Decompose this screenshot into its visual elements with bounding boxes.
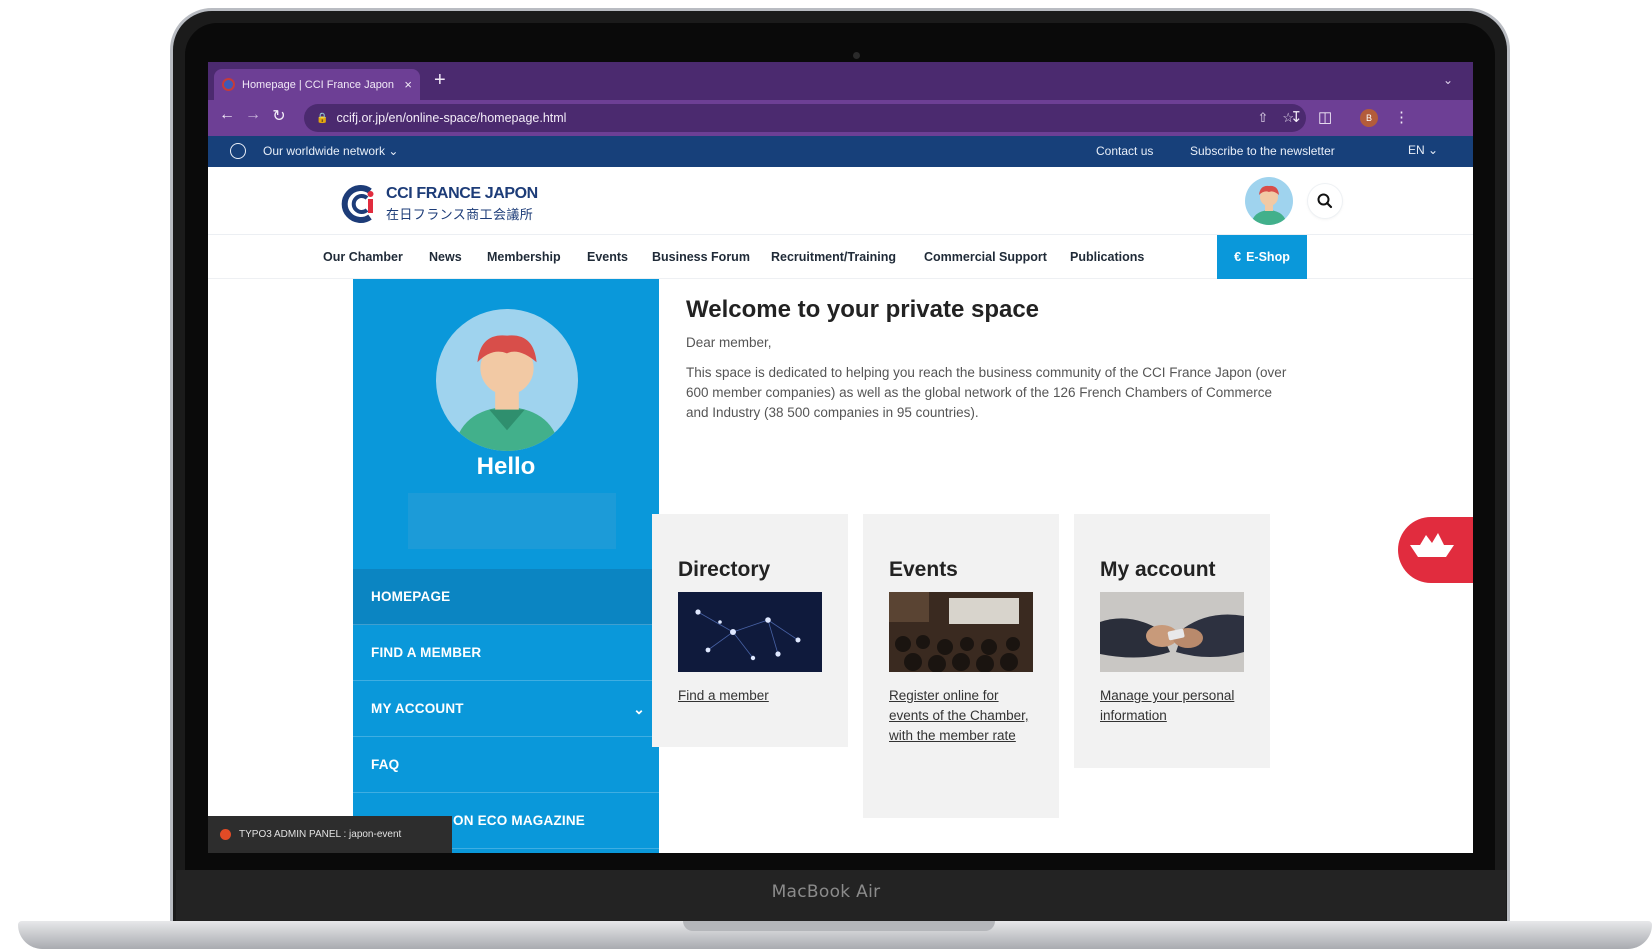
language-label: EN xyxy=(1408,143,1425,157)
nav-publications[interactable]: Publications xyxy=(1070,250,1144,264)
tab-search-chevron-icon[interactable]: ⌄ xyxy=(1443,73,1453,87)
back-icon[interactable]: ← xyxy=(216,106,238,124)
tab-title: Homepage | CCI France Japon xyxy=(242,78,395,91)
page-title: Welcome to your private space xyxy=(686,296,1040,323)
sidebar-item-faq[interactable]: FAQ xyxy=(353,737,659,793)
forward-icon[interactable]: → xyxy=(242,106,264,124)
chevron-down-icon: ⌄ xyxy=(1428,143,1439,157)
user-avatar-icon[interactable] xyxy=(1245,177,1293,225)
greeting-text: Dear member, xyxy=(686,335,772,350)
directory-card: Directory Find a member xyxy=(652,514,848,747)
language-selector[interactable]: EN ⌄ xyxy=(1408,143,1438,157)
laptop-hinge-notch xyxy=(683,921,995,931)
address-bar[interactable]: 🔒 ccifj.or.jp/en/online-space/homepage.h… xyxy=(304,104,1306,132)
handshake-phone-image xyxy=(1100,592,1244,672)
nav-events[interactable]: Events xyxy=(587,250,628,264)
contact-link[interactable]: Contact us xyxy=(1096,144,1153,158)
sidebar-item-homepage[interactable]: HOMEPAGE xyxy=(353,569,659,625)
profile-avatar[interactable]: B xyxy=(1360,109,1378,127)
browser-window: Homepage | CCI France Japon × + ⌄ ← → ↻ … xyxy=(208,62,1473,853)
worldwide-network-label: Our worldwide network xyxy=(263,144,386,158)
share-icon[interactable]: ⇧ xyxy=(1257,110,1268,126)
intro-text: This space is dedicated to helping you r… xyxy=(686,365,1287,420)
site-topbar: Our worldwide network ⌄ Contact us Subsc… xyxy=(208,136,1473,167)
my-account-card: My account Manage your personal informat… xyxy=(1074,514,1270,768)
sidebar-menu: HOMEPAGE FIND A MEMBER MY ACCOUNT ⌄ FAQ … xyxy=(353,569,659,849)
logo-subtitle: 在日フランス商工会議所 xyxy=(386,207,534,222)
member-sidebar: Hello HOMEPAGE FIND A MEMBER MY ACCOUNT … xyxy=(353,279,659,853)
chevron-down-icon[interactable]: ⌄ xyxy=(633,681,645,737)
typo3-admin-label: TYPO3 ADMIN PANEL : japon-event xyxy=(239,829,402,840)
webcam-icon xyxy=(853,52,860,59)
euro-icon: € xyxy=(1234,250,1242,264)
main-navigation: Our Chamber News Membership Events Busin… xyxy=(208,235,1473,279)
favicon-icon xyxy=(222,78,235,91)
find-member-link[interactable]: Find a member xyxy=(678,686,828,706)
new-tab-button[interactable]: + xyxy=(434,70,446,90)
member-name-placeholder xyxy=(408,493,616,549)
typo3-logo-icon xyxy=(220,829,231,840)
manage-info-link[interactable]: Manage your personal information xyxy=(1100,686,1250,726)
typo3-admin-panel[interactable]: TYPO3 ADMIN PANEL : japon-event xyxy=(208,816,452,853)
card-title: Directory xyxy=(678,558,771,581)
nav-membership[interactable]: Membership xyxy=(487,250,561,264)
conference-image xyxy=(889,592,1033,672)
worldwide-network-dropdown[interactable]: Our worldwide network ⌄ xyxy=(263,144,398,158)
cci-logo-icon[interactable] xyxy=(340,184,378,224)
profile-avatar-icon xyxy=(436,309,578,451)
site-header: CCI FRANCE JAPON 在日フランス商工会議所 xyxy=(208,167,1473,235)
search-icon xyxy=(1317,193,1333,209)
download-icon[interactable]: ↧ xyxy=(1290,108,1303,126)
logo-name[interactable]: CCI FRANCE JAPON xyxy=(386,185,538,203)
chevron-down-icon: ⌄ xyxy=(388,144,399,158)
sidebar-item-label: MY ACCOUNT xyxy=(371,701,464,716)
side-panel-icon[interactable]: ◫ xyxy=(1318,108,1332,126)
card-title: Events xyxy=(889,558,958,581)
laptop-mockup: MacBook Air Homepage | CCI France Japon … xyxy=(0,0,1652,949)
sidebar-item-find-a-member[interactable]: FIND A MEMBER xyxy=(353,625,659,681)
search-button[interactable] xyxy=(1308,184,1342,218)
browser-menu-icon[interactable]: ⋮ xyxy=(1394,108,1409,126)
hello-heading: Hello xyxy=(476,453,536,480)
tab-close-icon[interactable]: × xyxy=(404,77,412,92)
tab-homepage[interactable]: Homepage | CCI France Japon × xyxy=(214,69,420,100)
sidebar-item-my-account[interactable]: MY ACCOUNT ⌄ xyxy=(353,681,659,737)
browser-toolbar: ← → ↻ 🔒 ccifj.or.jp/en/online-space/home… xyxy=(208,100,1473,136)
chat-widget-button[interactable] xyxy=(1398,517,1473,583)
nav-business-forum[interactable]: Business Forum xyxy=(652,250,750,264)
newsletter-link[interactable]: Subscribe to the newsletter xyxy=(1190,144,1335,158)
nav-news[interactable]: News xyxy=(429,250,462,264)
nav-our-chamber[interactable]: Our Chamber xyxy=(323,250,403,264)
network-image xyxy=(678,592,822,672)
card-title: My account xyxy=(1100,558,1216,581)
eshop-label: E-Shop xyxy=(1246,250,1290,264)
eshop-button[interactable]: € E-Shop xyxy=(1217,235,1307,279)
reload-icon[interactable]: ↻ xyxy=(268,106,290,126)
paper-boat-icon xyxy=(1410,533,1454,557)
device-brand-label: MacBook Air xyxy=(771,882,881,902)
register-events-link[interactable]: Register online for events of the Chambe… xyxy=(889,686,1039,746)
nav-recruitment-training[interactable]: Recruitment/Training xyxy=(771,250,896,264)
tab-bar: Homepage | CCI France Japon × + ⌄ xyxy=(208,62,1473,100)
url-text[interactable]: ccifj.or.jp/en/online-space/homepage.htm… xyxy=(336,111,1243,125)
globe-icon xyxy=(230,143,246,159)
events-card: Events Register online for events of the… xyxy=(863,514,1059,818)
nav-commercial-support[interactable]: Commercial Support xyxy=(924,250,1047,264)
lock-icon[interactable]: 🔒 xyxy=(316,113,328,124)
